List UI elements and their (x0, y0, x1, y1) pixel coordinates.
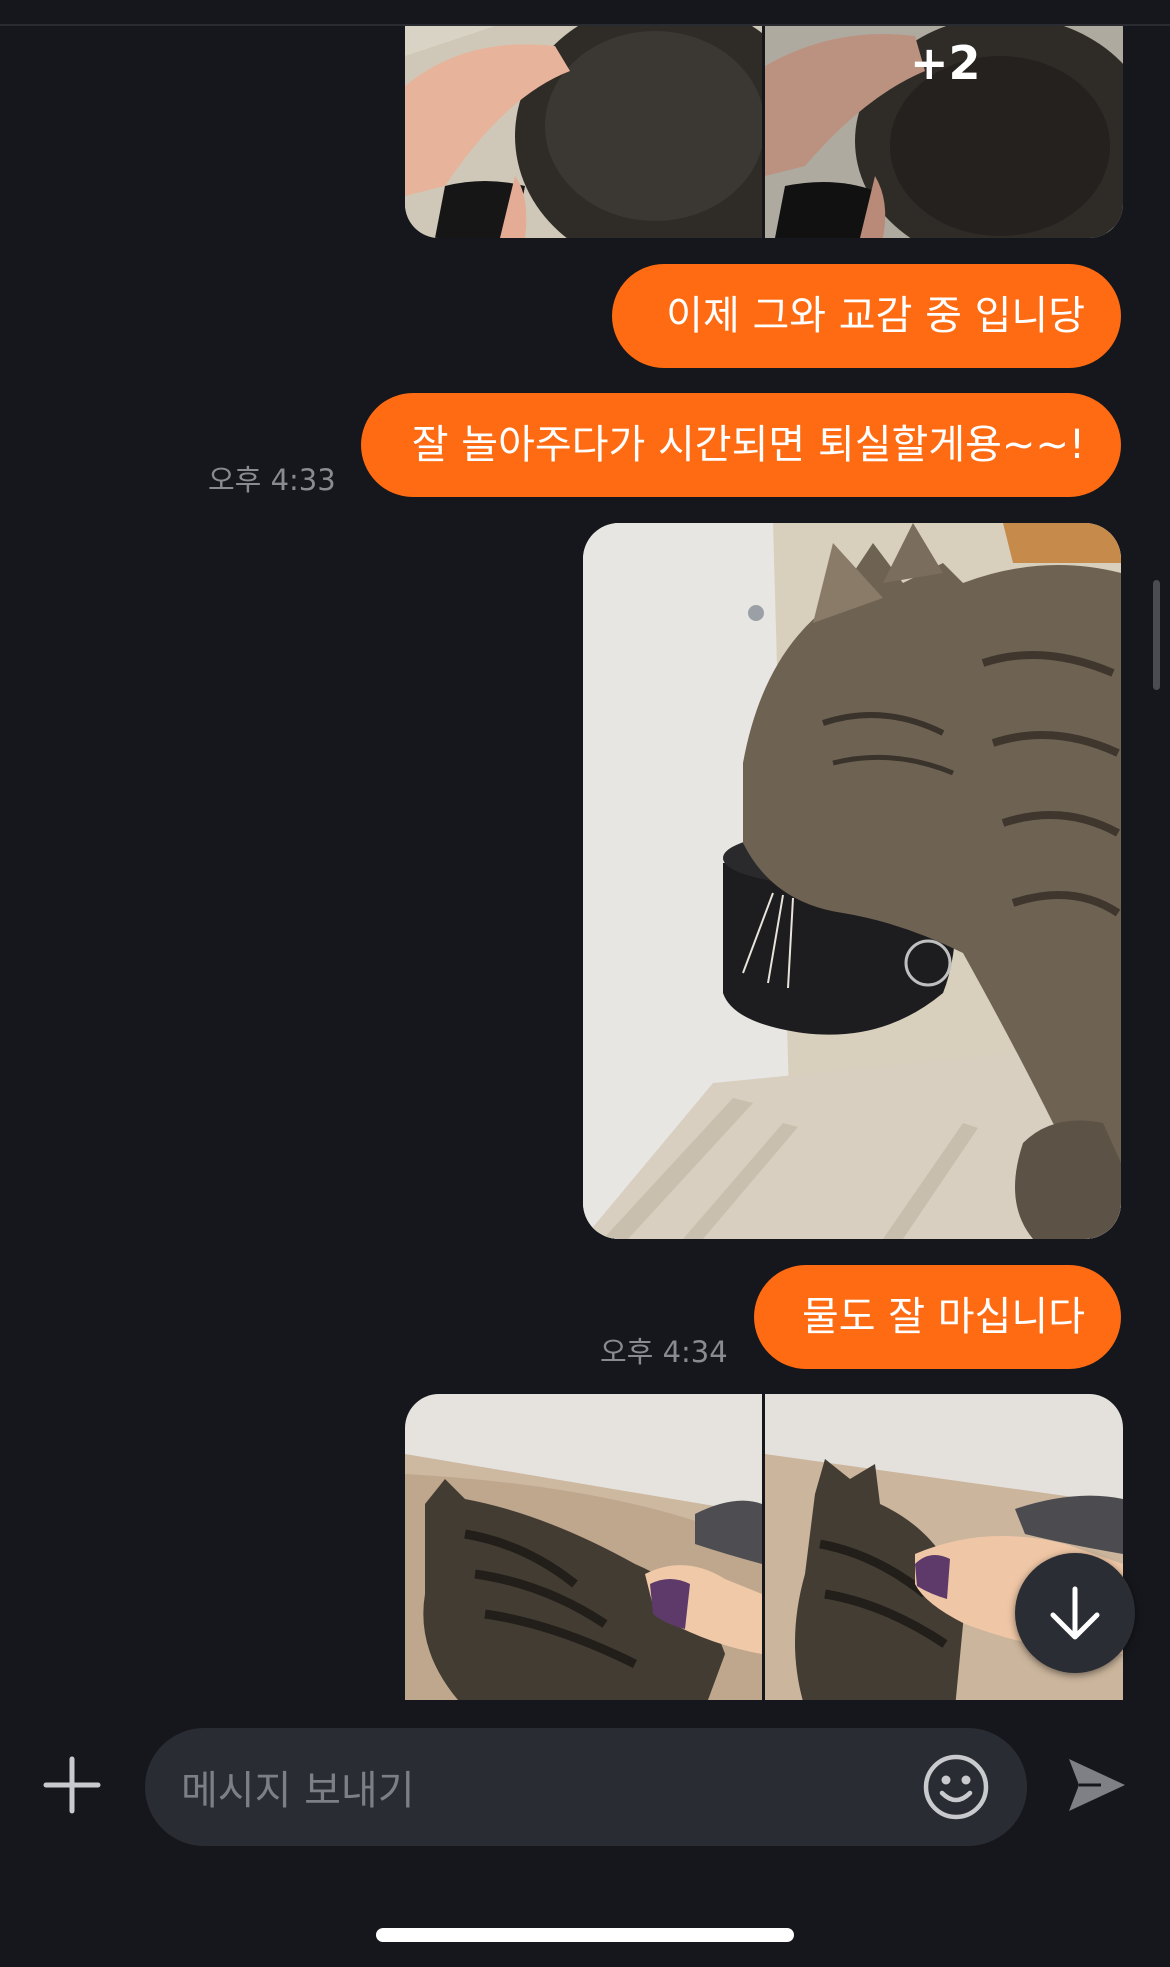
message-input[interactable]: 메시지 보내기 (145, 1728, 1027, 1846)
arrow-down-icon (1050, 1586, 1100, 1640)
more-photos-count: +2 (910, 36, 981, 90)
photo-message[interactable] (583, 523, 1121, 1239)
emoji-button[interactable] (922, 1753, 990, 1821)
message-bubble[interactable]: 잘 놀아주다가 시간되면 퇴실할게용~~! (361, 393, 1121, 497)
message-timestamp: 오후 4:34 (600, 1335, 728, 1369)
send-icon (1069, 1759, 1125, 1811)
message-bubble[interactable]: 이제 그와 교감 중 입니당 (612, 264, 1121, 368)
plus-icon (43, 1756, 101, 1814)
message-bubble[interactable]: 물도 잘 마십니다 (754, 1265, 1121, 1369)
send-button[interactable] (1065, 1753, 1129, 1817)
photo-thumbnail-3[interactable] (405, 1394, 762, 1708)
photo-thumbnail-1[interactable] (405, 26, 762, 238)
add-attachment-button[interactable] (42, 1755, 102, 1815)
scrollbar-thumb[interactable] (1153, 580, 1160, 690)
message-input-placeholder: 메시지 보내기 (181, 1768, 415, 1814)
smiley-icon (923, 1754, 989, 1820)
scroll-to-bottom-button[interactable] (1015, 1553, 1135, 1673)
message-timestamp: 오후 4:33 (208, 463, 336, 497)
top-divider (0, 0, 1170, 26)
home-indicator (376, 1928, 794, 1942)
